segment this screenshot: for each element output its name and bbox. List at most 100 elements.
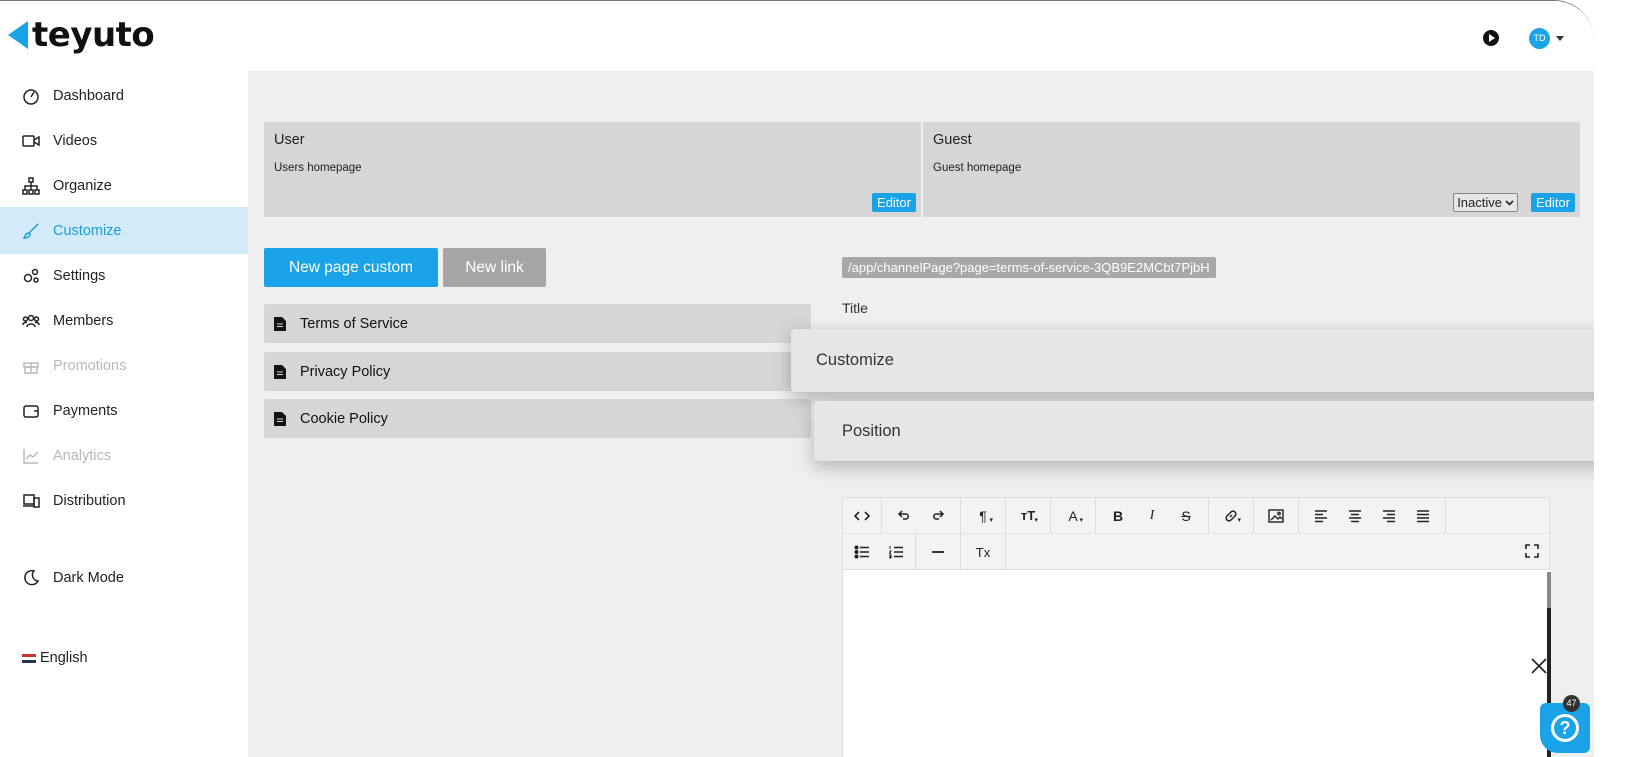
font-color-button[interactable]: A ▾	[1056, 498, 1090, 534]
numbered-list-icon	[888, 546, 903, 559]
gears-icon	[23, 268, 39, 283]
guest-status-value: Inactive	[1457, 195, 1502, 210]
position-select[interactable]: Position	[814, 401, 1594, 461]
page-list-item[interactable]: Cookie Policy	[264, 399, 811, 438]
code-view-button[interactable]	[845, 498, 879, 534]
ordered-list-button[interactable]	[879, 534, 913, 570]
insert-link-button[interactable]: ▾	[1214, 498, 1248, 534]
rich-text-editor: ¶ ▾ тT ▾ A ▾ B I S ▾ Tx	[842, 497, 1551, 757]
page-url-badge[interactable]: /app/channelPage?page=terms-of-service-3…	[842, 257, 1216, 278]
italic-button[interactable]: I	[1135, 498, 1169, 534]
paragraph-icon: ¶	[979, 507, 987, 524]
bold-button[interactable]: B	[1101, 498, 1135, 534]
close-icon[interactable]	[1530, 657, 1548, 675]
dark-mode-toggle[interactable]: Dark Mode	[0, 554, 248, 601]
guest-homepage-card: Guest Guest homepage Inactive Editor	[923, 122, 1580, 217]
sidebar-item-organize[interactable]: Organize	[0, 162, 248, 209]
caret-icon: ▾	[1079, 516, 1083, 524]
sidebar-item-label: Promotions	[53, 357, 127, 374]
horizontal-rule-button[interactable]	[921, 534, 955, 570]
clear-formatting-button[interactable]: Tx	[966, 534, 1000, 570]
brush-icon	[22, 222, 39, 239]
font-size-icon: тT	[1020, 508, 1036, 523]
guest-card-subtitle: Guest homepage	[933, 162, 1022, 174]
moon-icon	[24, 569, 40, 585]
caret-icon: ▾	[1237, 516, 1241, 524]
guest-editor-button[interactable]: Editor	[1531, 193, 1575, 212]
wallet-icon	[23, 404, 39, 418]
clear-formatting-icon: Tx	[975, 544, 991, 560]
guest-card-title: Guest	[933, 132, 972, 148]
undo-button[interactable]	[887, 498, 921, 534]
sidebar-item-label: Customize	[53, 222, 122, 239]
customize-tooltip-label: Customize	[816, 351, 894, 369]
teyuto-logo[interactable]: teyuto	[8, 15, 155, 55]
sidebar-item-label: Distribution	[53, 492, 126, 509]
sidebar-item-label: Dashboard	[53, 87, 124, 104]
gift-icon	[23, 361, 39, 374]
guest-status-select[interactable]: Inactive	[1453, 193, 1518, 212]
page-list-item[interactable]: Privacy Policy	[264, 352, 811, 391]
fullscreen-button[interactable]	[1525, 544, 1539, 563]
page-list-item[interactable]: Terms of Service	[264, 304, 811, 343]
unordered-list-button[interactable]	[845, 534, 879, 570]
sidebar-item-dashboard[interactable]: Dashboard	[0, 72, 248, 119]
align-center-button[interactable]	[1338, 498, 1372, 534]
sidebar-item-label: Members	[53, 312, 114, 329]
uk-flag-icon	[22, 653, 36, 663]
dark-mode-label: Dark Mode	[53, 569, 124, 586]
language-label: English	[40, 650, 88, 666]
redo-button[interactable]	[921, 498, 955, 534]
italic-icon: I	[1149, 507, 1155, 523]
new-page-custom-button[interactable]: New page custom	[264, 248, 438, 287]
customize-tooltip: Customize	[791, 329, 1594, 392]
user-editor-button[interactable]: Editor	[872, 193, 916, 212]
undo-icon	[897, 509, 909, 520]
align-right-button[interactable]	[1372, 498, 1406, 534]
sidebar-item-videos[interactable]: Videos	[0, 117, 248, 164]
font-size-button[interactable]: тT ▾	[1011, 498, 1045, 534]
position-select-label: Position	[842, 421, 901, 440]
video-camera-icon	[22, 134, 40, 147]
strikethrough-button[interactable]: S	[1169, 498, 1203, 534]
top-header: teyuto TD	[0, 1, 1594, 71]
language-selector[interactable]: English	[22, 650, 88, 666]
chart-line-icon	[23, 448, 39, 464]
editor-content-area[interactable]	[843, 570, 1551, 757]
sidebar-item-customize[interactable]: Customize	[0, 207, 248, 254]
align-center-icon	[1349, 509, 1361, 522]
font-color-icon: A	[1068, 507, 1078, 524]
sidebar-item-payments[interactable]: Payments	[0, 387, 248, 434]
user-card-title: User	[274, 132, 305, 148]
question-icon: ?	[1551, 714, 1579, 742]
file-icon	[274, 364, 286, 379]
chevron-down-icon	[1505, 199, 1514, 206]
redo-icon	[933, 509, 945, 520]
sidebar-item-label: Settings	[53, 267, 106, 284]
align-justify-button[interactable]	[1406, 498, 1440, 534]
sidebar-item-label: Analytics	[53, 447, 112, 464]
avatar[interactable]: TD	[1529, 28, 1550, 49]
new-link-button[interactable]: New link	[443, 248, 546, 287]
title-field-label: Title	[842, 300, 868, 316]
paragraph-format-button[interactable]: ¶ ▾	[966, 498, 1000, 534]
sidebar-item-settings[interactable]: Settings	[0, 252, 248, 299]
sidebar-item-members[interactable]: Members	[0, 297, 248, 344]
sidebar-item-distribution[interactable]: Distribution	[0, 477, 248, 524]
insert-image-button[interactable]	[1259, 498, 1293, 534]
chevron-down-icon[interactable]	[1556, 36, 1564, 41]
sidebar-item-label: Organize	[53, 177, 112, 194]
align-left-button[interactable]	[1304, 498, 1338, 534]
play-icon[interactable]	[1483, 30, 1499, 46]
homepage-cards: User Users homepage Editor Guest Guest h…	[264, 122, 1580, 217]
code-icon	[854, 510, 870, 521]
align-right-icon	[1383, 509, 1395, 522]
page-list-item-label: Cookie Policy	[300, 410, 388, 427]
file-icon	[274, 316, 286, 331]
help-notification-badge: 47	[1563, 695, 1580, 712]
caret-icon: ▾	[1034, 516, 1038, 524]
user-homepage-card: User Users homepage Editor	[264, 122, 921, 217]
sidebar: Dashboard Videos Organize Customize Sett…	[0, 71, 248, 757]
help-button[interactable]: ?	[1540, 703, 1590, 753]
horizontal-rule-icon	[932, 551, 944, 553]
